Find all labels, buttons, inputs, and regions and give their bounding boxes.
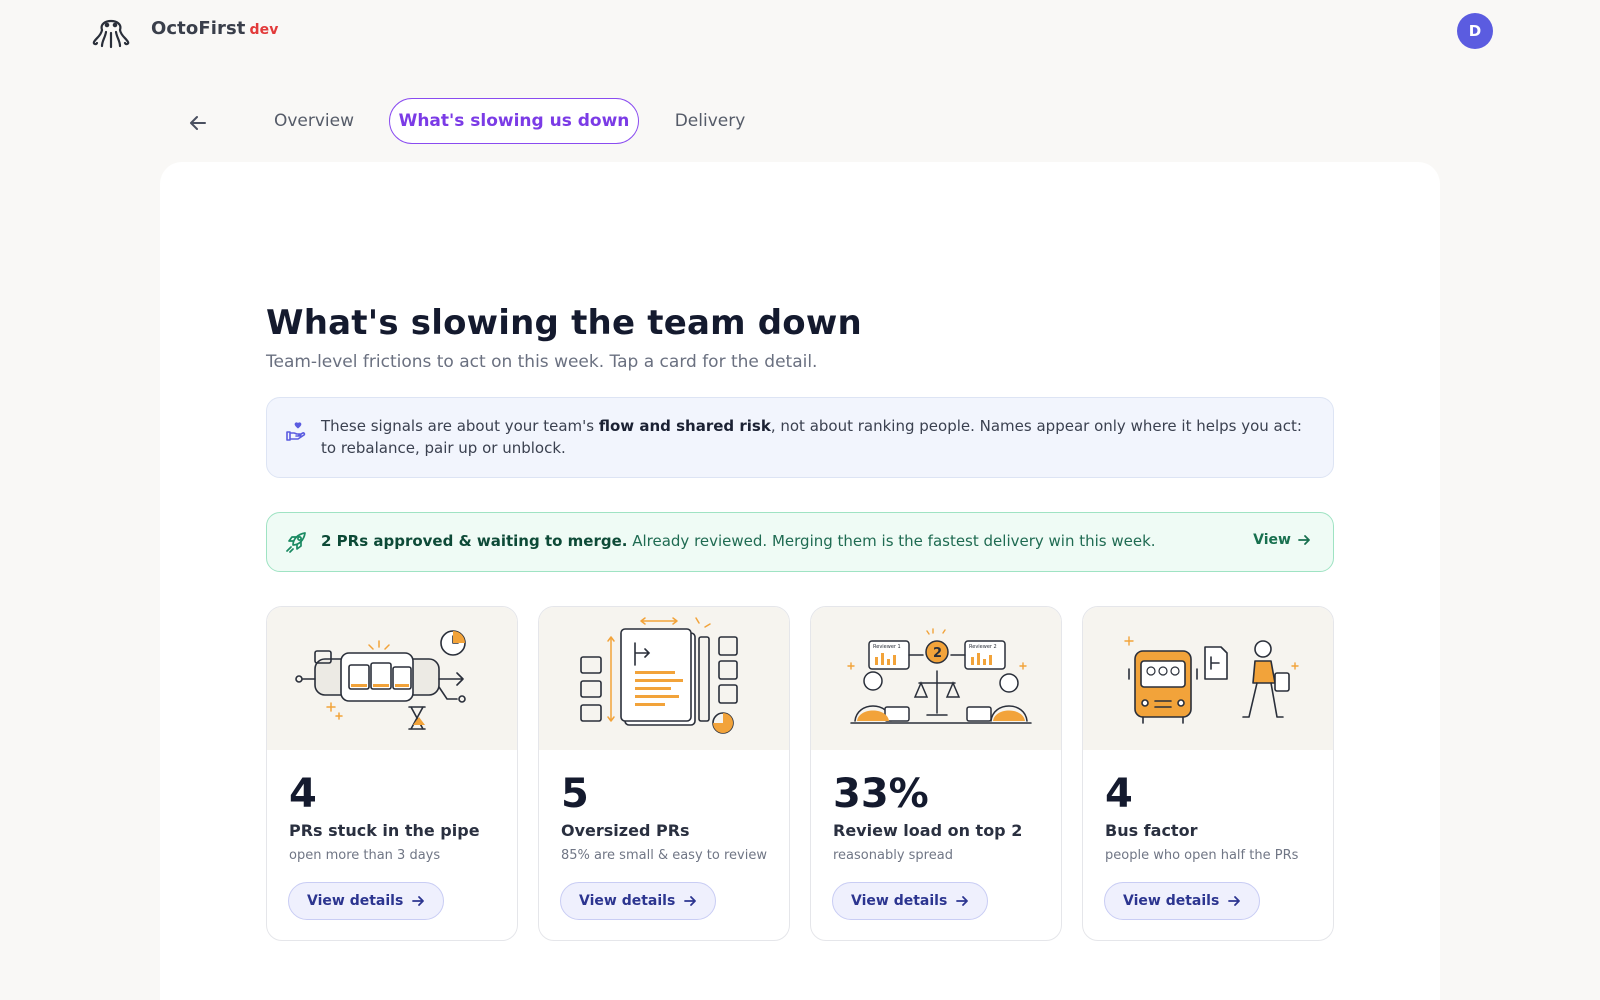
arrow-right-icon — [412, 896, 425, 906]
pipe-illustration — [267, 607, 517, 750]
card-label: Bus factor — [1105, 821, 1198, 840]
privacy-notice: These signals are about your team's flow… — [266, 397, 1334, 478]
view-details-button[interactable]: View details — [832, 882, 989, 920]
win-text-bold: 2 PRs approved & waiting to merge. — [321, 532, 628, 550]
card-value: 4 — [1105, 771, 1133, 817]
card-description: open more than 3 days — [289, 848, 441, 863]
brand-name[interactable]: OctoFirst dev — [151, 18, 278, 39]
notice-text-bold: flow and shared risk — [598, 417, 771, 435]
arrow-right-icon — [956, 896, 969, 906]
card-value: 33% — [833, 771, 929, 817]
win-view-label: View — [1253, 532, 1291, 548]
metric-card-bus-factor[interactable]: 4 Bus factor people who open half the PR… — [1082, 606, 1334, 941]
win-view-link[interactable]: View — [1253, 532, 1311, 548]
quick-win-banner[interactable]: 2 PRs approved & waiting to merge. Alrea… — [266, 512, 1334, 572]
middle-badge-label: 2 — [933, 646, 942, 661]
page-title: What's slowing the team down — [266, 303, 862, 343]
bus-illustration — [1083, 607, 1333, 750]
view-details-label: View details — [1123, 893, 1220, 909]
view-details-label: View details — [307, 893, 404, 909]
win-text: 2 PRs approved & waiting to merge. Alrea… — [321, 532, 1156, 550]
user-avatar[interactable]: D — [1457, 13, 1493, 49]
card-label: Review load on top 2 — [833, 821, 1023, 840]
win-text-rest: Already reviewed. Merging them is the fa… — [627, 532, 1156, 550]
reviewer-2-label: Reviewer 2 — [969, 644, 997, 650]
metric-card-review-load[interactable]: Reviewer 1 Reviewer 2 2 33% Review load … — [810, 606, 1062, 941]
oversized-doc-illustration — [539, 607, 789, 750]
top-bar: OctoFirst dev D — [0, 0, 1600, 62]
card-label: PRs stuck in the pipe — [289, 821, 480, 840]
back-arrow-icon[interactable] — [186, 111, 210, 135]
rocket-icon — [286, 532, 306, 553]
card-description: reasonably spread — [833, 848, 953, 863]
view-details-label: View details — [851, 893, 948, 909]
arrow-right-icon — [1228, 896, 1241, 906]
notice-text: These signals are about your team's flow… — [321, 415, 1311, 459]
card-value: 5 — [561, 771, 589, 817]
metric-card-oversized-prs[interactable]: 5 Oversized PRs 85% are small & easy to … — [538, 606, 790, 941]
octopus-logo-icon[interactable] — [90, 10, 132, 50]
env-badge: dev — [249, 22, 279, 38]
reviewers-scale-illustration: Reviewer 1 Reviewer 2 2 — [811, 607, 1061, 750]
brand-text: OctoFirst — [151, 18, 246, 39]
arrow-right-icon — [684, 896, 697, 906]
notice-text-before: These signals are about your team's — [321, 417, 599, 435]
tab-whats-slowing-us-down[interactable]: What's slowing us down — [389, 98, 639, 144]
metric-card-stuck-prs[interactable]: 4 PRs stuck in the pipe open more than 3… — [266, 606, 518, 941]
view-details-button[interactable]: View details — [288, 882, 445, 920]
card-value: 4 — [289, 771, 317, 817]
view-details-button[interactable]: View details — [560, 882, 717, 920]
card-description: people who open half the PRs — [1105, 848, 1299, 863]
reviewer-1-label: Reviewer 1 — [873, 644, 901, 650]
view-details-label: View details — [579, 893, 676, 909]
card-label: Oversized PRs — [561, 821, 690, 840]
page-subtitle: Team-level frictions to act on this week… — [266, 352, 818, 372]
card-description: 85% are small & easy to review — [561, 848, 767, 863]
tab-overview[interactable]: Overview — [262, 98, 366, 144]
tab-delivery[interactable]: Delivery — [668, 98, 752, 144]
heart-hand-icon — [286, 422, 306, 441]
view-details-button[interactable]: View details — [1104, 882, 1261, 920]
arrow-right-icon — [1298, 535, 1310, 545]
